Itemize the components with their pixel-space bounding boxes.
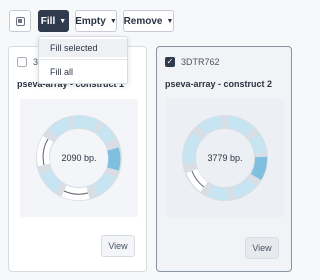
plasmid-length: 2090 bp.: [61, 153, 97, 163]
caret-down-icon: ▼: [166, 17, 174, 25]
caret-down-icon: ▼: [109, 17, 117, 25]
select-toggle-icon: [15, 16, 25, 26]
toolbar: Fill ▼ Empty ▼ Remove ▼: [0, 0, 300, 34]
view-button[interactable]: View: [245, 237, 279, 259]
card-checkbox[interactable]: [17, 57, 27, 67]
empty-button-label: Empty: [75, 15, 106, 27]
menu-item-fill-selected[interactable]: Fill selected: [39, 39, 127, 57]
plasmid-map: 3779 bp.: [166, 99, 284, 217]
fill-dropdown-menu: Fill selected Fill all: [38, 36, 128, 84]
card-title: pseva-array - construct 2: [165, 79, 273, 89]
caret-down-icon: ▼: [59, 17, 67, 25]
fill-button-label: Fill: [40, 15, 56, 27]
view-button[interactable]: View: [101, 235, 135, 257]
empty-dropdown-button[interactable]: Empty ▼: [75, 10, 117, 32]
card-id-tag: 3DTR762: [181, 57, 220, 67]
menu-item-fill-all[interactable]: Fill all: [39, 63, 127, 81]
card-header: 3: [17, 56, 38, 68]
card-checkbox-checked[interactable]: ✓: [165, 57, 175, 67]
remove-dropdown-button[interactable]: Remove ▼: [123, 10, 174, 32]
plasmid-length: 3779 bp.: [207, 153, 243, 163]
select-all-button[interactable]: [9, 10, 31, 32]
construct-card-selected[interactable]: ✓ 3DTR762 pseva-array - construct 2 3779…: [156, 46, 292, 272]
fill-dropdown-button[interactable]: Fill ▼: [38, 10, 69, 32]
plasmid-map: 2090 bp.: [20, 99, 138, 217]
menu-divider: [39, 59, 127, 60]
remove-button-label: Remove: [123, 15, 163, 27]
card-header: ✓ 3DTR762: [165, 56, 220, 68]
